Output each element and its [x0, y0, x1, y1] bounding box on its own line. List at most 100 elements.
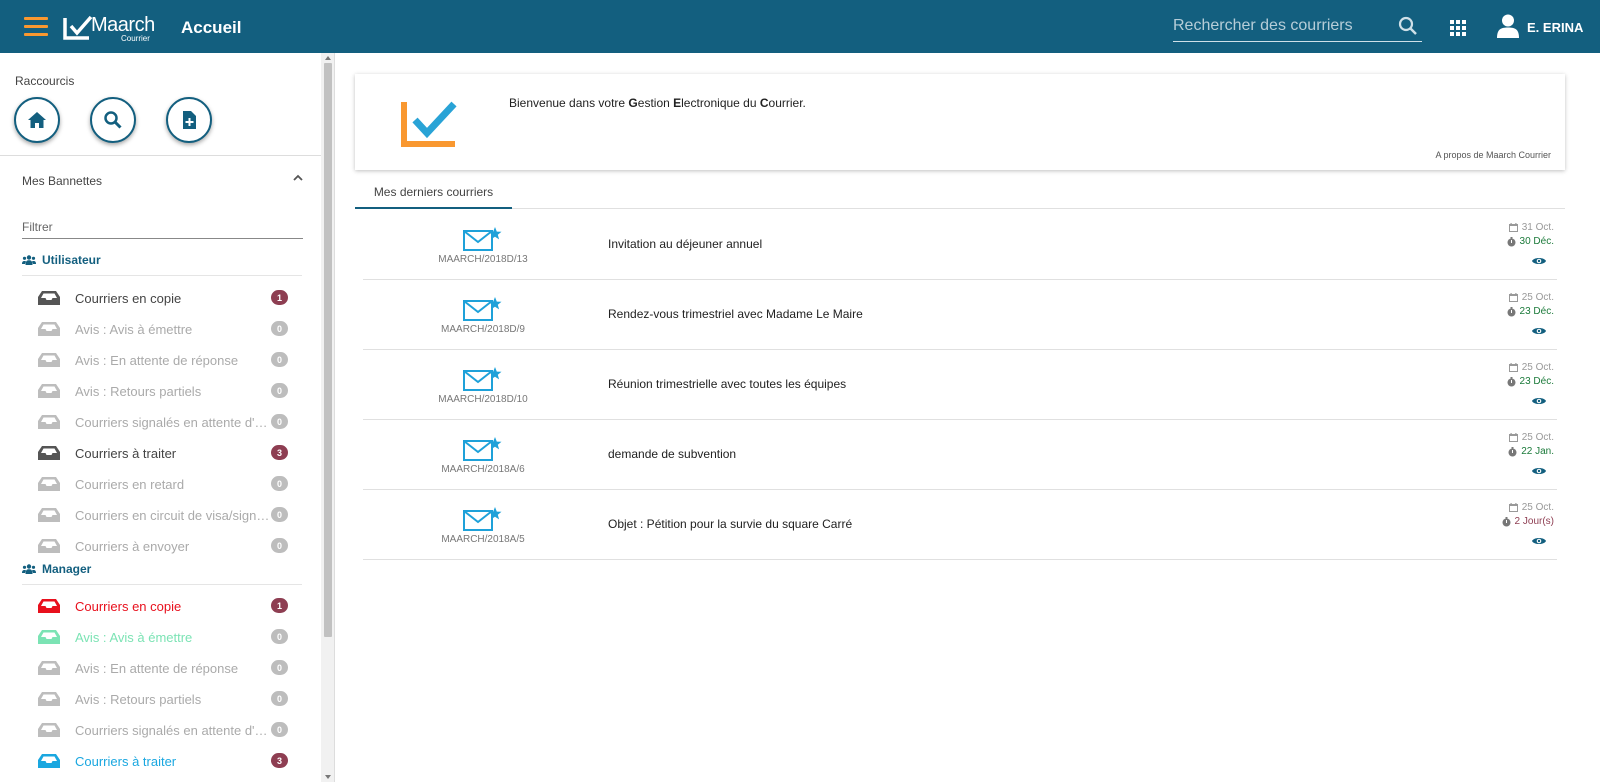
basket-label: Avis : En attente de réponse	[75, 352, 239, 368]
mail-reference: MAARCH/2018A/6	[441, 464, 525, 475]
shortcuts-title: Raccourcis	[15, 74, 75, 88]
inbox-tray-icon	[38, 353, 60, 367]
basket-count-badge: 0	[271, 629, 288, 644]
group-title-label: Manager	[42, 562, 92, 576]
group-title-label: Utilisateur	[42, 253, 101, 267]
basket-manager-avis-a-emettre[interactable]: Avis : Avis à émettre 0	[38, 626, 288, 648]
basket-count-badge: 0	[271, 507, 288, 522]
basket-avis-en-attente-de-reponse[interactable]: Avis : En attente de réponse 0	[38, 349, 288, 371]
mail-creation-date: 31 Oct.	[1508, 222, 1554, 233]
calendar-icon	[1508, 223, 1518, 232]
basket-label: Avis : En attente de réponse	[75, 660, 239, 676]
mail-creation-date: 25 Oct.	[1508, 292, 1554, 303]
basket-manager-courriers-en-copie[interactable]: Courriers en copie 1	[38, 595, 288, 617]
welcome-text-bold: E	[673, 96, 682, 110]
welcome-text-bold: C	[759, 96, 769, 110]
mail-row[interactable]: MAARCH/2018D/13 Invitation au déjeuner a…	[363, 210, 1557, 280]
basket-courriers-signales[interactable]: Courriers signalés en attente d'instruct…	[38, 411, 288, 433]
user-icon[interactable]	[1497, 14, 1519, 38]
inbox-tray-icon	[38, 723, 60, 737]
mail-limit-value: 22 Jan.	[1521, 446, 1554, 457]
basket-label: Courriers à traiter	[75, 753, 177, 769]
basket-courriers-a-traiter[interactable]: Courriers à traiter 3	[38, 442, 288, 464]
basket-manager-courriers-signales[interactable]: Courriers signalés en attente d'instruct…	[38, 719, 288, 741]
basket-label: Courriers à envoyer	[75, 538, 190, 554]
basket-manager-avis-retours[interactable]: Avis : Retours partiels 0	[38, 688, 288, 710]
basket-label: Courriers signalés en attente d'instruct…	[75, 722, 270, 738]
mail-subject: Invitation au déjeuner annuel	[608, 237, 763, 251]
shortcut-new-mail-button[interactable]	[166, 97, 212, 143]
basket-courriers-en-copie[interactable]: Courriers en copie 1	[38, 287, 288, 309]
mail-subject: Objet : Pétition pour la survie du squar…	[608, 517, 853, 531]
search-input[interactable]	[1173, 12, 1393, 40]
basket-courriers-en-retard[interactable]: Courriers en retard 0	[38, 473, 288, 495]
search-icon[interactable]	[1398, 16, 1418, 36]
new-mail-star-icon	[463, 227, 502, 251]
mail-process-limit: 2 Jour(s)	[1502, 516, 1554, 527]
basket-courriers-a-envoyer[interactable]: Courriers à envoyer 0	[38, 535, 288, 557]
stopwatch-icon	[1507, 236, 1516, 246]
inbox-tray-icon	[38, 384, 60, 398]
top-header: Maarch Courrier Accueil E. ERINA	[0, 0, 1600, 53]
mail-date-value: 25 Oct.	[1521, 432, 1554, 443]
mail-row[interactable]: MAARCH/2018A/6 demande de subvention 25 …	[363, 420, 1557, 490]
basket-label: Courriers signalés en attente d'instruct…	[75, 414, 270, 430]
mail-row[interactable]: MAARCH/2018D/9 Rendez-vous trimestriel a…	[363, 280, 1557, 350]
scrollbar-thumb[interactable]	[324, 63, 332, 637]
basket-count-badge: 1	[271, 290, 288, 305]
mail-limit-value: 2 Jour(s)	[1514, 516, 1554, 527]
mail-process-limit: 22 Jan.	[1508, 446, 1554, 457]
basket-avis-retours-partiels[interactable]: Avis : Retours partiels 0	[38, 380, 288, 402]
eye-icon[interactable]	[1532, 396, 1546, 406]
eye-icon[interactable]	[1532, 326, 1546, 336]
inbox-tray-icon	[38, 446, 60, 460]
shortcut-home-button[interactable]	[14, 97, 60, 143]
basket-label: Courriers en copie	[75, 598, 182, 614]
eye-icon[interactable]	[1532, 466, 1546, 476]
hamburger-menu-icon[interactable]	[24, 17, 48, 37]
inbox-tray-icon	[38, 415, 60, 429]
eye-icon[interactable]	[1532, 256, 1546, 266]
eye-icon[interactable]	[1532, 536, 1546, 546]
new-document-icon	[183, 111, 196, 129]
new-mail-star-icon	[463, 297, 502, 321]
mail-date-value: 25 Oct.	[1521, 502, 1554, 513]
scroll-down-arrow-icon[interactable]	[325, 775, 331, 779]
basket-avis-a-emettre[interactable]: Avis : Avis à émettre 0	[38, 318, 288, 340]
inbox-tray-icon	[38, 692, 60, 706]
inbox-tray-icon	[38, 508, 60, 522]
mail-row[interactable]: MAARCH/2018A/5 Objet : Pétition pour la …	[363, 490, 1557, 560]
new-mail-star-icon	[463, 367, 502, 391]
basket-count-badge: 0	[271, 722, 288, 737]
tabs-bar: Mes derniers courriers	[355, 177, 1565, 209]
basket-label: Avis : Retours partiels	[75, 383, 202, 399]
inbox-tray-icon	[38, 291, 60, 305]
shortcut-search-button[interactable]	[90, 97, 136, 143]
basket-manager-courriers-a-traiter[interactable]: Courriers à traiter 3	[38, 750, 288, 772]
mail-search	[1173, 12, 1422, 42]
apps-grid-icon[interactable]	[1450, 20, 1466, 36]
tab-mes-derniers-courriers[interactable]: Mes derniers courriers	[355, 177, 512, 209]
group-title-manager: Manager	[22, 562, 91, 576]
basket-manager-avis-en-attente[interactable]: Avis : En attente de réponse 0	[38, 657, 288, 679]
stopwatch-icon	[1508, 446, 1517, 456]
maarch-logo[interactable]: Maarch Courrier	[63, 12, 158, 44]
calendar-icon	[1508, 433, 1518, 442]
basket-label: Courriers à traiter	[75, 445, 177, 461]
welcome-text-part: lectronique du	[681, 96, 760, 110]
mail-date-value: 31 Oct.	[1521, 222, 1554, 233]
user-name[interactable]: E. ERINA	[1527, 20, 1583, 35]
filter-input[interactable]	[22, 216, 303, 238]
about-link[interactable]: A propos de Maarch Courrier	[1435, 150, 1551, 160]
mail-subject: demande de subvention	[608, 447, 737, 461]
welcome-card: Bienvenue dans votre Gestion Electroniqu…	[355, 74, 1565, 170]
welcome-text-part: estion	[637, 96, 674, 110]
inbox-tray-icon	[38, 477, 60, 491]
sidebar-scrollbar[interactable]	[321, 53, 334, 782]
basket-courriers-circuit-visa[interactable]: Courriers en circuit de visa/signature 0	[38, 504, 288, 526]
basket-count-badge: 0	[271, 414, 288, 429]
mail-row[interactable]: MAARCH/2018D/10 Réunion trimestrielle av…	[363, 350, 1557, 420]
calendar-icon	[1508, 503, 1518, 512]
scroll-up-arrow-icon[interactable]	[325, 56, 331, 60]
chevron-up-icon[interactable]	[292, 172, 304, 184]
